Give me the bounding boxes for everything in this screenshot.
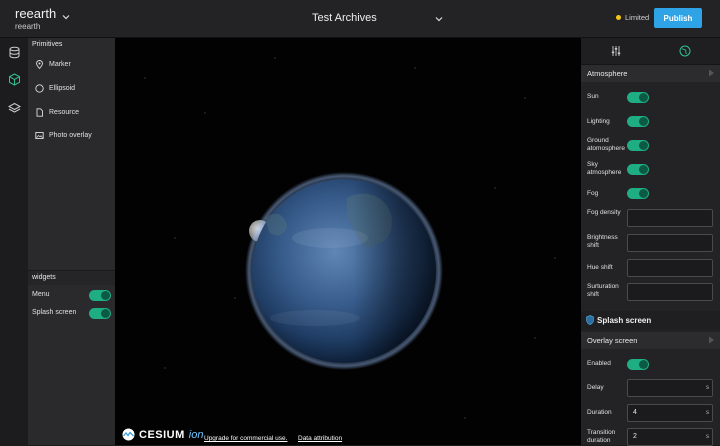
data-attribution-link[interactable]: Data attribution <box>298 435 342 442</box>
overlay-enabled-toggle[interactable] <box>627 359 649 370</box>
saturation-shift-label: Surturation shift <box>587 283 619 298</box>
left-panel: Primitives Marker Ellipsoid Resource Pho… <box>28 38 115 445</box>
marker-icon <box>36 60 43 69</box>
widgets-header: widgets <box>28 270 115 285</box>
overlay-screen-title: Overlay screen <box>587 336 638 345</box>
widget-menu-label: Menu <box>32 291 50 298</box>
duration-unit: s <box>706 410 709 416</box>
splash-screen-header[interactable]: Splash screen <box>581 311 720 330</box>
ellipsoid-icon <box>35 84 44 93</box>
cesium-logo[interactable]: CESIUM ion <box>122 428 203 441</box>
primitive-label: Photo overlay <box>49 132 92 139</box>
splash-screen-title: Splash screen <box>597 316 652 325</box>
delay-unit: s <box>706 385 709 391</box>
top-bar: reearth reearth Test Archives Limited Pu… <box>0 0 720 38</box>
widget-splash-label: Splash screen <box>32 309 77 316</box>
primitive-resource[interactable]: Resource <box>35 108 79 117</box>
primitive-photo-overlay[interactable]: Photo overlay <box>35 131 92 140</box>
saturation-shift-input[interactable] <box>627 283 713 301</box>
plan-label: Limited <box>625 13 650 22</box>
primitive-ellipsoid[interactable]: Ellipsoid <box>35 84 75 93</box>
sun-label: Sun <box>587 93 599 100</box>
atmosphere-header[interactable]: Atmosphere <box>581 65 720 82</box>
ground-atmosphere-label: Ground atomosphere <box>587 137 625 152</box>
property-tabs <box>581 38 720 65</box>
enabled-label: Enabled <box>587 360 611 367</box>
resource-icon <box>36 108 43 117</box>
plan-status: Limited <box>616 13 649 22</box>
transition-duration-label: Transition duration <box>587 429 616 444</box>
photo-overlay-icon <box>35 132 44 139</box>
lighting-toggle[interactable] <box>627 116 649 127</box>
globe-viewer[interactable]: CESIUM ion Upgrade for commercial use. D… <box>115 38 581 445</box>
workspace-subname: reearth <box>15 22 41 31</box>
ground-atmosphere-toggle[interactable] <box>627 140 649 151</box>
primitive-label: Resource <box>49 109 79 116</box>
upgrade-link[interactable]: Upgrade for commercial use. <box>204 435 287 442</box>
duration-label: Duration <box>587 409 612 416</box>
cesium-logo-suffix: ion <box>188 428 204 441</box>
shield-icon <box>586 315 594 325</box>
delay-input[interactable]: s <box>627 379 713 397</box>
caret-right-icon <box>709 69 714 77</box>
fog-density-label: Fog density <box>587 209 621 216</box>
fog-toggle[interactable] <box>627 188 649 199</box>
sun-toggle[interactable] <box>627 92 649 103</box>
database-icon[interactable] <box>8 46 21 59</box>
globe-icon[interactable] <box>679 45 691 57</box>
overlay-screen-header[interactable]: Overlay screen <box>581 332 720 349</box>
widgets-title: widgets <box>32 274 56 281</box>
primitive-label: Marker <box>49 61 71 68</box>
left-rail <box>0 38 28 445</box>
cesium-logo-text: CESIUM <box>139 428 185 441</box>
primitive-label: Ellipsoid <box>49 85 76 92</box>
chevron-down-icon[interactable] <box>61 12 71 22</box>
project-title[interactable]: Test Archives <box>312 12 377 24</box>
lighting-label: Lighting <box>587 118 610 125</box>
status-dot-icon <box>616 15 621 20</box>
fog-label: Fog <box>587 190 599 197</box>
duration-value: 4 <box>633 409 637 416</box>
duration-input[interactable]: 4 s <box>627 404 713 422</box>
right-panel: Atmosphere Sun Lighting Ground atomosphe… <box>581 38 720 446</box>
caret-right-icon <box>709 336 714 344</box>
sky-atmosphere-toggle[interactable] <box>627 164 649 175</box>
transition-duration-unit: s <box>706 434 709 440</box>
fog-density-input[interactable] <box>627 209 713 227</box>
layers-icon[interactable] <box>8 102 21 115</box>
brightness-shift-input[interactable] <box>627 234 713 252</box>
cube-icon[interactable] <box>8 73 21 86</box>
cesium-logo-icon <box>122 428 135 441</box>
chevron-down-icon[interactable] <box>434 14 444 24</box>
sliders-icon[interactable] <box>610 45 622 57</box>
widget-splash-toggle[interactable] <box>89 308 111 319</box>
atmosphere-title: Atmosphere <box>587 69 628 78</box>
hue-shift-label: Hue shift <box>587 264 613 271</box>
workspace-switcher[interactable]: reearth reearth <box>15 7 56 32</box>
delay-label: Delay <box>587 384 604 391</box>
publish-button[interactable]: Publish <box>654 8 702 28</box>
hue-shift-input[interactable] <box>627 259 713 277</box>
sky-atmosphere-label: Sky atmosphere <box>587 161 622 176</box>
widget-menu-toggle[interactable] <box>89 290 111 301</box>
globe-scene <box>144 57 556 419</box>
primitive-marker[interactable]: Marker <box>35 60 71 69</box>
brightness-shift-label: Brightness shift <box>587 234 618 249</box>
transition-duration-value: 2 <box>633 433 637 440</box>
workspace-name: reearth <box>15 6 57 21</box>
primitives-title: Primitives <box>32 41 63 48</box>
transition-duration-input[interactable]: 2 s <box>627 428 713 446</box>
